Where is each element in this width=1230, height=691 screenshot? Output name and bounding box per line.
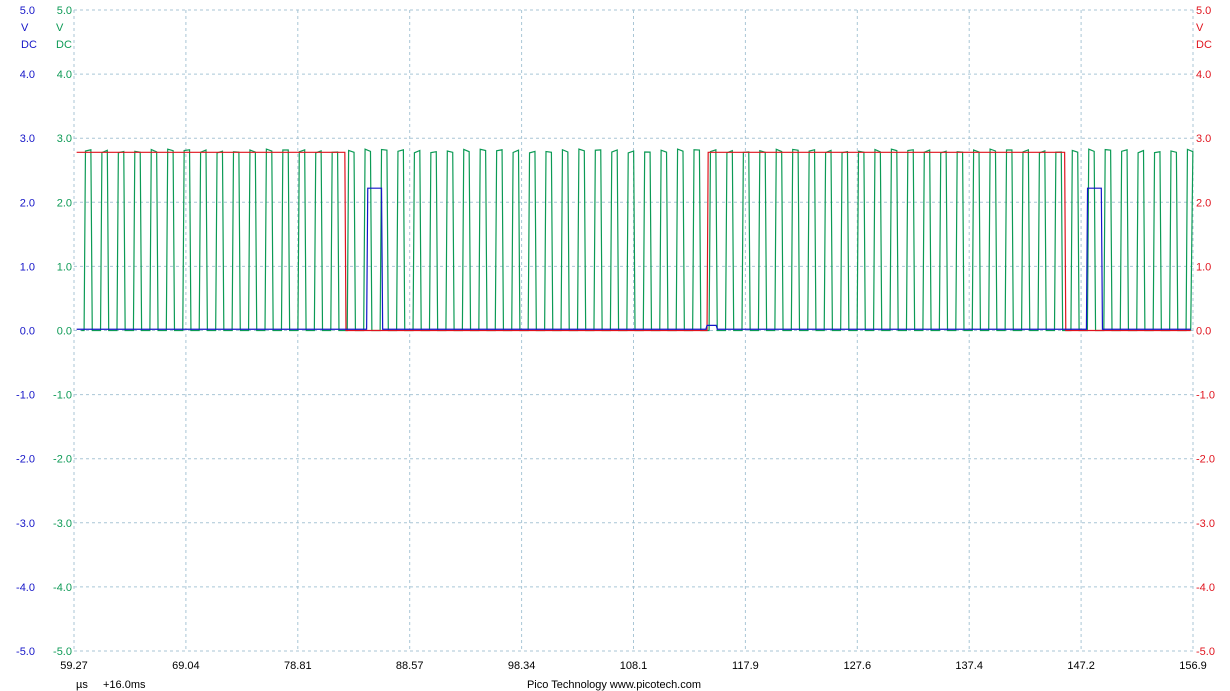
x-tick-labels: 59.27 69.04 78.81 88.57 98.34 108.1 117.9 127.6…: [60, 660, 1207, 672]
y-tick-label-blue: 2.0: [20, 197, 35, 209]
y-tick-label-red: -1.0: [1196, 390, 1215, 402]
axis-unit-red: V: [1196, 22, 1204, 34]
y-tick-label-blue: -4.0: [16, 582, 35, 594]
trace-0: [81, 148, 1194, 332]
y-tick-label-red: -5.0: [1196, 646, 1215, 658]
y-tick-labels: 5.0 5.0 5.0 4.0 4.0 4.0 3.0 3.0 3.0 2.0 2.0 2.0 1.0 1…: [16, 5, 1215, 658]
y-tick-label-red: 1.0: [1196, 261, 1211, 273]
x-tick-label: 147.2: [1067, 660, 1095, 672]
x-tick-label: 59.27: [60, 660, 88, 672]
time-offset-label: +16.0ms: [103, 679, 146, 691]
y-tick-label-green: -1.0: [53, 390, 72, 402]
y-tick-label-green: 2.0: [57, 197, 72, 209]
y-tick-label-red: 3.0: [1196, 133, 1211, 145]
y-tick-label-green: -2.0: [53, 454, 72, 466]
y-tick-label-green: -4.0: [53, 582, 72, 594]
x-tick-label: 117.9: [732, 660, 759, 672]
y-tick-label-blue: 0.0: [20, 326, 35, 338]
y-tick-label-green: 4.0: [57, 69, 72, 81]
y-tick-label-blue: 4.0: [20, 69, 35, 81]
y-tick-label-green: 1.0: [57, 261, 72, 273]
axis-coupling-red: DC: [1196, 39, 1212, 51]
x-tick-label: 69.04: [172, 660, 200, 672]
y-tick-label-red: -4.0: [1196, 582, 1215, 594]
axis-unit-green: V: [56, 22, 64, 34]
x-tick-label: 88.57: [396, 660, 424, 672]
x-tick-label: 156.9: [1179, 660, 1207, 672]
y-tick-label-red: -3.0: [1196, 518, 1215, 530]
oscilloscope-chart: V DC V DC V DC 5.0 5.0 5.0 4.0 4.0 4.0 3.0 3.0 3.0 2.0…: [16, 5, 1215, 691]
y-tick-label-red: 0.0: [1196, 326, 1211, 338]
x-tick-label: 127.6: [844, 660, 872, 672]
y-tick-label-blue: 1.0: [20, 261, 35, 273]
y-tick-label-red: 4.0: [1196, 69, 1211, 81]
y-tick-label-green: -3.0: [53, 518, 72, 530]
credit-label: Pico Technology www.picotech.com: [527, 679, 701, 691]
traces: [76, 148, 1194, 332]
y-tick-label-red: 2.0: [1196, 197, 1211, 209]
y-tick-label-red: -2.0: [1196, 454, 1215, 466]
y-tick-label-blue: -3.0: [16, 518, 35, 530]
axis-coupling-green: DC: [56, 39, 72, 51]
x-tick-label: 137.4: [955, 660, 983, 672]
axis-unit-blue: V: [21, 22, 29, 34]
x-tick-label: 108.1: [620, 660, 648, 672]
axis-coupling-blue: DC: [21, 39, 37, 51]
y-tick-label-green: 5.0: [57, 5, 72, 17]
y-tick-label-green: 3.0: [57, 133, 72, 145]
x-tick-label: 98.34: [508, 660, 536, 672]
x-unit-label: µs: [76, 679, 88, 691]
x-tick-label: 78.81: [284, 660, 312, 672]
y-tick-label-red: 5.0: [1196, 5, 1211, 17]
y-tick-label-green: -5.0: [53, 646, 72, 658]
y-tick-label-blue: 3.0: [20, 133, 35, 145]
y-tick-label-blue: 5.0: [20, 5, 35, 17]
y-tick-label-blue: -2.0: [16, 454, 35, 466]
y-tick-label-blue: -1.0: [16, 390, 35, 402]
axis-titles: V DC V DC V DC: [21, 22, 1212, 51]
y-tick-label-green: 0.0: [57, 326, 72, 338]
y-tick-label-blue: -5.0: [16, 646, 35, 658]
